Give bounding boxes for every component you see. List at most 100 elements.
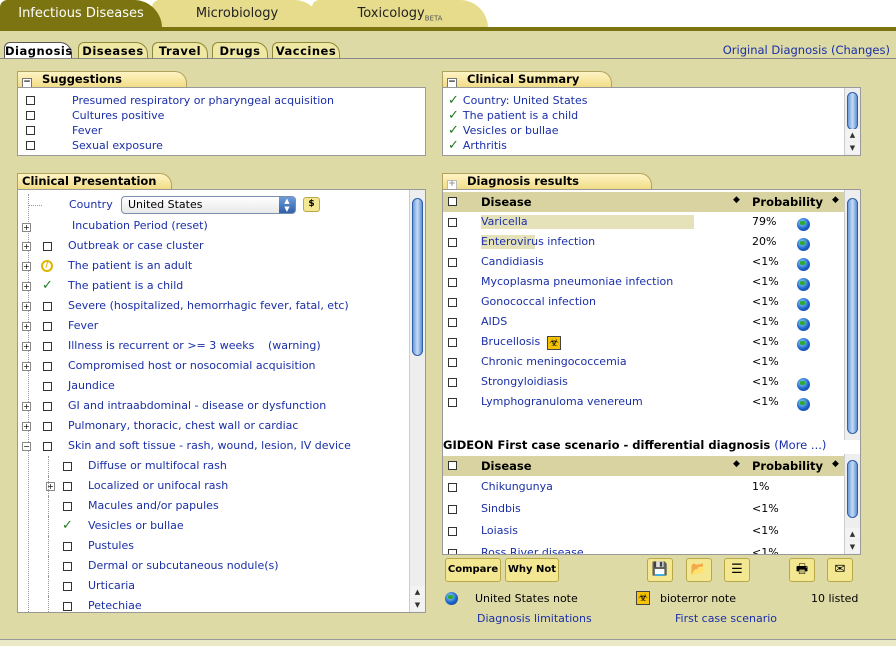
- more-link[interactable]: (More ...): [774, 438, 826, 452]
- presentation-item[interactable]: + Fever: [18, 316, 408, 336]
- sort-icon[interactable]: ◆: [733, 459, 740, 469]
- tab-toxicology[interactable]: ToxicologyBETA: [312, 0, 488, 28]
- presentation-item[interactable]: + Illness is recurrent or >= 3 weeks (warn…: [18, 336, 408, 356]
- subtab-vaccines[interactable]: Vaccines: [272, 42, 340, 59]
- dollar-button[interactable]: $: [303, 197, 320, 212]
- item-checkbox[interactable]: [63, 502, 72, 511]
- suggestion-label[interactable]: Cultures positive: [72, 108, 164, 123]
- expand-icon[interactable]: +: [22, 342, 31, 351]
- expand-icon[interactable]: +: [22, 362, 31, 371]
- col-disease[interactable]: Disease: [481, 195, 532, 209]
- collapse-icon[interactable]: −: [22, 442, 31, 451]
- item-checkbox[interactable]: [43, 422, 52, 431]
- presentation-item[interactable]: + Pulmonary, thoracic, chest wall or card…: [18, 416, 408, 436]
- item-label[interactable]: Dermal or subcutaneous nodule(s): [88, 556, 279, 576]
- results-row[interactable]: Strongyloidiasis <1%: [443, 372, 843, 392]
- item-checkbox[interactable]: [43, 342, 52, 351]
- row-checkbox[interactable]: [448, 238, 457, 247]
- col-probability[interactable]: Probability: [752, 459, 823, 473]
- expand-icon[interactable]: +: [22, 242, 31, 251]
- row-checkbox[interactable]: [448, 378, 457, 387]
- summary-header[interactable]: − Clinical Summary: [442, 71, 612, 88]
- item-checkbox[interactable]: [43, 362, 52, 371]
- presentation-item[interactable]: + GI and intraabdominal - disease or dysf…: [18, 396, 408, 416]
- item-checkbox[interactable]: [43, 402, 52, 411]
- subtab-travel[interactable]: Travel: [152, 42, 208, 59]
- disease-link[interactable]: Enterovirus infection: [481, 232, 595, 252]
- email-button[interactable]: ✉: [827, 558, 853, 582]
- item-checkbox[interactable]: [43, 442, 52, 451]
- suggestion-checkbox[interactable]: [26, 141, 35, 150]
- item-label[interactable]: The patient is a child: [68, 276, 183, 296]
- summary-label[interactable]: Arthritis: [463, 139, 507, 152]
- globe-icon[interactable]: [797, 278, 810, 291]
- item-label[interactable]: Fever: [68, 316, 98, 336]
- row-checkbox[interactable]: [448, 218, 457, 227]
- disease-link[interactable]: AIDS: [481, 312, 507, 332]
- country-select[interactable]: United States ▲ ▼: [121, 196, 296, 214]
- select-all-checkbox[interactable]: [448, 197, 457, 206]
- list-button[interactable]: ☰: [724, 558, 750, 582]
- suggestion-checkbox[interactable]: [26, 126, 35, 135]
- scenario-row[interactable]: Sindbis <1%: [443, 499, 843, 519]
- item-label[interactable]: Diffuse or multifocal rash: [88, 456, 227, 476]
- original-diagnosis-link[interactable]: Original Diagnosis: [723, 43, 828, 57]
- item-label[interactable]: Outbreak or case cluster: [68, 236, 204, 256]
- results-row[interactable]: Lymphogranuloma venereum <1%: [443, 392, 843, 412]
- scroll-thumb[interactable]: [847, 92, 858, 130]
- presentation-item[interactable]: + Compromised host or nosocomial acquisit…: [18, 356, 408, 376]
- disease-link[interactable]: Gonococcal infection: [481, 292, 596, 312]
- results-row[interactable]: Varicella 79%: [443, 212, 843, 232]
- biohazard-icon[interactable]: ☣: [547, 336, 561, 350]
- disease-link[interactable]: Mycoplasma pneumoniae infection: [481, 272, 673, 292]
- disease-link[interactable]: Chikungunya: [481, 477, 553, 497]
- item-label[interactable]: Compromised host or nosocomial acquisiti…: [68, 356, 316, 376]
- item-checkbox[interactable]: [43, 382, 52, 391]
- subtab-diseases[interactable]: Diseases: [78, 42, 148, 59]
- item-checkbox[interactable]: [43, 322, 52, 331]
- summary-label[interactable]: Country: United States: [463, 94, 588, 107]
- item-label[interactable]: The patient is an adult: [68, 256, 192, 276]
- item-checkbox[interactable]: [63, 482, 72, 491]
- globe-icon[interactable]: [797, 238, 810, 251]
- expand-icon[interactable]: +: [22, 322, 31, 331]
- item-label[interactable]: Skin and soft tissue - rash, wound, lesi…: [68, 436, 351, 456]
- presentation-item[interactable]: + Localized or unifocal rash: [18, 476, 408, 496]
- first-case-scenario-link[interactable]: First case scenario: [675, 612, 777, 625]
- disease-link[interactable]: Lymphogranuloma venereum: [481, 392, 643, 412]
- row-checkbox[interactable]: [448, 278, 457, 287]
- suggestions-header[interactable]: − Suggestions: [17, 71, 187, 88]
- suggestion-checkbox[interactable]: [26, 96, 35, 105]
- item-label[interactable]: Vesicles or bullae: [88, 516, 184, 536]
- summary-scrollbar[interactable]: ▲ ▼: [844, 88, 860, 155]
- disease-link[interactable]: Loiasis: [481, 521, 518, 541]
- scroll-thumb[interactable]: [847, 460, 858, 518]
- disease-link[interactable]: Sindbis: [481, 499, 521, 519]
- results-row[interactable]: Gonococcal infection <1%: [443, 292, 843, 312]
- disease-link[interactable]: Chronic meningococcemia: [481, 352, 627, 372]
- row-checkbox[interactable]: [448, 527, 457, 536]
- presentation-item[interactable]: Dermal or subcutaneous nodule(s): [18, 556, 408, 576]
- scenario-row[interactable]: Ross River disease <1%: [443, 543, 843, 554]
- disease-link[interactable]: Strongyloidiasis: [481, 372, 568, 392]
- expand-icon[interactable]: +: [22, 402, 31, 411]
- expand-icon[interactable]: +: [22, 262, 31, 271]
- item-checkbox[interactable]: [43, 242, 52, 251]
- item-label[interactable]: GI and intraabdominal - disease or dysfu…: [68, 396, 326, 416]
- results-row[interactable]: Mycoplasma pneumoniae infection <1%: [443, 272, 843, 292]
- reset-link[interactable]: (reset): [171, 219, 207, 232]
- presentation-item[interactable]: Pustules: [18, 536, 408, 556]
- item-checkbox[interactable]: [63, 462, 72, 471]
- presentation-item[interactable]: ✓ Vesicles or bullae: [18, 516, 408, 536]
- item-label[interactable]: Localized or unifocal rash: [88, 476, 228, 496]
- row-checkbox[interactable]: [448, 338, 457, 347]
- item-label[interactable]: Jaundice: [68, 376, 115, 396]
- presentation-item[interactable]: Macules and/or papules: [18, 496, 408, 516]
- scenario-row[interactable]: Loiasis <1%: [443, 521, 843, 541]
- scenario-scrollbar[interactable]: ▲ ▼: [844, 454, 860, 554]
- suggestion-label[interactable]: Sexual exposure: [72, 138, 163, 153]
- presentation-item[interactable]: − Skin and soft tissue - rash, wound, les…: [18, 436, 408, 456]
- globe-icon[interactable]: [797, 258, 810, 271]
- print-button[interactable]: 🖶: [789, 558, 815, 582]
- warning-link[interactable]: (warning): [268, 336, 321, 356]
